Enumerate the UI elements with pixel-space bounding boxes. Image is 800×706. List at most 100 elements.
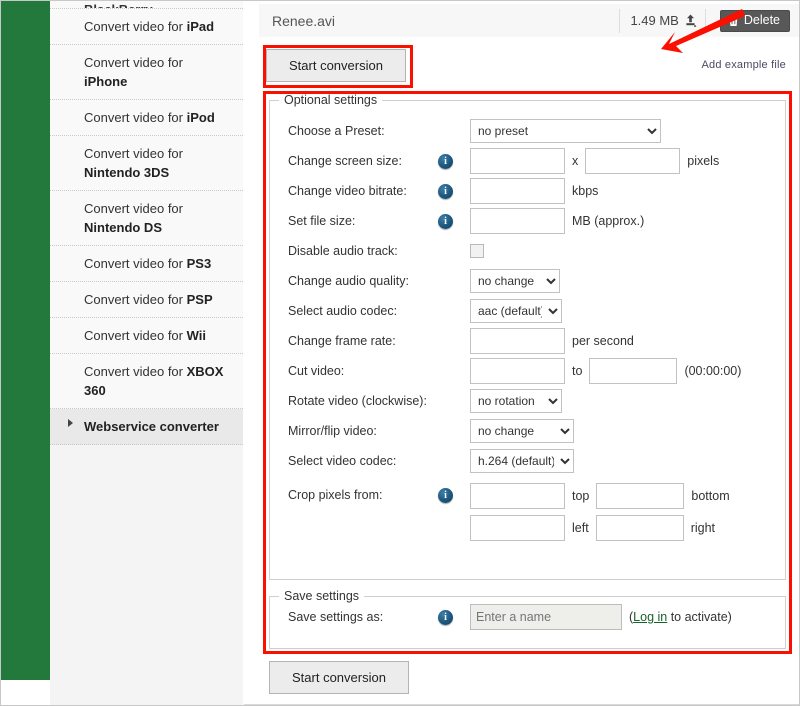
- info-icon[interactable]: i: [438, 153, 453, 169]
- delete-button-label: Delete: [743, 12, 780, 27]
- info-icon[interactable]: i: [438, 609, 453, 625]
- caret-right-icon: [68, 419, 73, 427]
- sidebar-item-blackberry-truncated[interactable]: BlackBerry: [50, 0, 243, 9]
- sidebar-item-device: PSP: [186, 292, 213, 307]
- audio-codec-select[interactable]: aac (default): [470, 299, 562, 323]
- sidebar-item-device: iPhone: [84, 74, 128, 89]
- file-row: Renee.avi 1.49 MB Delete: [259, 4, 800, 37]
- crop-right-input[interactable]: [595, 515, 684, 541]
- login-hint-rest: to activate): [667, 610, 732, 624]
- sidebar-item-ps3[interactable]: Convert video for PS3: [50, 246, 243, 282]
- label-change-video-bitrate: Change video bitrate:: [288, 184, 407, 198]
- rotate-video-select[interactable]: no rotation: [470, 389, 562, 413]
- main-content: Renee.avi 1.49 MB Delete Start conversio…: [244, 0, 800, 706]
- info-icon[interactable]: i: [438, 488, 453, 503]
- control-group: no rotation: [470, 389, 562, 413]
- screen-width-input[interactable]: [470, 148, 565, 174]
- unit-pixels: pixels: [687, 154, 720, 168]
- optional-settings-rows: Choose a Preset: no preset Change screen…: [270, 107, 785, 541]
- sidebar-section-webservice-converter[interactable]: Webservice converter: [50, 409, 243, 445]
- screen-height-input[interactable]: [585, 148, 681, 174]
- control-group: to (00:00:00): [470, 358, 741, 384]
- sidebar-item-nintendo-3ds[interactable]: Convert video for Nintendo 3DS: [50, 136, 243, 191]
- optional-settings-panel: Optional settings Choose a Preset: no pr…: [269, 93, 786, 580]
- sidebar-item-ipad[interactable]: Convert video for iPad: [50, 9, 243, 45]
- frame-rate-input[interactable]: [470, 328, 565, 354]
- info-icon[interactable]: i: [438, 183, 453, 199]
- upload-icon: [684, 14, 697, 27]
- delete-cell: Delete: [704, 8, 800, 33]
- info-slot: i: [438, 153, 470, 169]
- crop-left-input[interactable]: [470, 515, 565, 541]
- log-in-link[interactable]: Log in: [633, 610, 667, 624]
- save-settings-name-input[interactable]: [470, 604, 622, 630]
- sidebar-item-prefix: Convert video for: [84, 292, 187, 307]
- sidebar-item-prefix: Convert video for: [84, 328, 187, 343]
- unit-mb-approx: MB (approx.): [572, 214, 645, 228]
- optional-settings-legend: Optional settings: [284, 93, 378, 107]
- control-group: x pixels: [470, 148, 719, 174]
- sidebar-item-prefix: Convert video for: [84, 110, 187, 125]
- row-save-settings-as: Save settings as: i (Log in to activate): [270, 603, 785, 631]
- label-change-screen-size: Change screen size:: [288, 154, 402, 168]
- control-group: kbps: [470, 178, 598, 204]
- sidebar-item-device: iPad: [186, 19, 215, 34]
- start-conversion-button-bottom[interactable]: Start conversion: [269, 661, 409, 694]
- sidebar-item-ipod[interactable]: Convert video for iPod: [50, 100, 243, 136]
- sidebar-item-device: Wii: [186, 328, 206, 343]
- control-group: (Log in to activate): [470, 604, 732, 630]
- label-change-frame-rate: Change frame rate:: [288, 334, 396, 348]
- file-name: Renee.avi: [272, 12, 336, 29]
- start-conversion-button-top[interactable]: Start conversion: [266, 49, 406, 82]
- sidebar-item-prefix: Convert video for: [84, 364, 187, 379]
- file-size-value: 1.49 MB: [630, 13, 679, 28]
- control-group: per second: [470, 328, 634, 354]
- crop-bottom-input[interactable]: [596, 483, 685, 509]
- info-icon[interactable]: i: [438, 213, 453, 229]
- sidebar-item-iphone[interactable]: Convert video for iPhone: [50, 45, 243, 100]
- row-select-audio-codec: Select audio codec: aac (default): [270, 296, 785, 326]
- row-disable-audio-track: Disable audio track:: [270, 236, 785, 266]
- control-group: no change: [470, 419, 574, 443]
- sidebar-item-psp[interactable]: Convert video for PSP: [50, 282, 243, 318]
- sidebar: BlackBerry Convert video for iPad Conver…: [50, 0, 244, 706]
- video-codec-select[interactable]: h.264 (default): [470, 449, 574, 473]
- brand-green-rail: [0, 0, 50, 680]
- sidebar-item-prefix: Convert video for: [84, 256, 187, 271]
- label-save-settings-as: Save settings as:: [288, 610, 384, 624]
- sidebar-item-xbox-360[interactable]: Convert video for XBOX 360: [50, 354, 243, 409]
- mirror-flip-select[interactable]: no change: [470, 419, 574, 443]
- label-select-audio-codec: Select audio codec:: [288, 304, 398, 318]
- disable-audio-track-checkbox[interactable]: [470, 244, 484, 258]
- sidebar-item-wii[interactable]: Convert video for Wii: [50, 318, 243, 354]
- info-slot: i: [438, 183, 470, 199]
- sidebar-filler: [50, 445, 243, 706]
- crop-top-input[interactable]: [470, 483, 565, 509]
- save-settings-legend: Save settings: [284, 589, 360, 603]
- delete-button[interactable]: Delete: [719, 9, 790, 32]
- add-example-file-link[interactable]: Add example file: [701, 59, 786, 71]
- cut-video-to-input[interactable]: [589, 358, 678, 384]
- audio-quality-select[interactable]: no change: [470, 269, 560, 293]
- preset-select[interactable]: no preset: [470, 119, 661, 143]
- row-mirror-flip-video: Mirror/flip video: no change: [270, 416, 785, 446]
- sidebar-item-device: PS3: [186, 256, 212, 271]
- row-change-frame-rate: Change frame rate: per second: [270, 326, 785, 356]
- login-hint: (Log in to activate): [629, 610, 732, 624]
- sidebar-item-device: Nintendo DS: [84, 220, 162, 235]
- row-crop-pixels: Crop pixels from: i top bottom left righ…: [270, 476, 785, 541]
- crop-top-label: top: [572, 489, 590, 503]
- sidebar-item-label: BlackBerry: [84, 2, 153, 8]
- crop-line-top-bottom: top bottom: [470, 483, 730, 509]
- video-bitrate-input[interactable]: [470, 178, 565, 204]
- row-select-video-codec: Select video codec: h.264 (default): [270, 446, 785, 476]
- label-set-file-size: Set file size:: [288, 214, 356, 228]
- row-rotate-video: Rotate video (clockwise): no rotation: [270, 386, 785, 416]
- row-set-file-size: Set file size: i MB (approx.): [270, 206, 785, 236]
- info-slot: i: [438, 609, 470, 625]
- file-size-input[interactable]: [470, 208, 565, 234]
- cut-video-from-input[interactable]: [470, 358, 565, 384]
- control-group: [470, 244, 484, 258]
- cut-video-format-hint: (00:00:00): [684, 364, 742, 378]
- sidebar-item-nintendo-ds[interactable]: Convert video for Nintendo DS: [50, 191, 243, 246]
